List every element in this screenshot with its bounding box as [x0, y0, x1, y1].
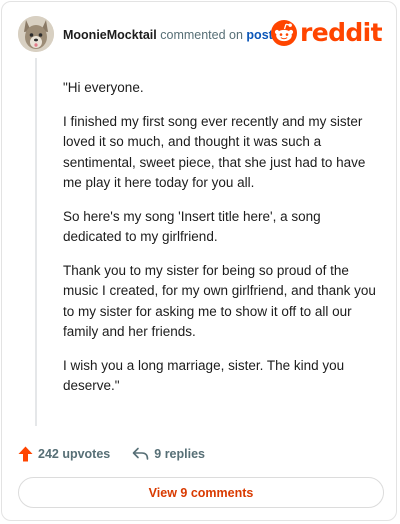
- replies-count: 9 replies: [154, 447, 205, 461]
- reddit-wordmark: reddit: [300, 18, 383, 47]
- wolf-avatar-icon[interactable]: [18, 16, 54, 52]
- comment-paragraph: Thank you to my sister for being so prou…: [63, 262, 376, 340]
- comment-body: "Hi everyone. I finished my first song e…: [63, 78, 381, 410]
- commented-on-text: commented on: [160, 28, 243, 42]
- comment-header: MoonieMocktail commented on post reddit: [18, 16, 383, 52]
- view-comments-button[interactable]: View 9 comments: [18, 477, 384, 508]
- username-link[interactable]: MoonieMocktail: [63, 28, 157, 42]
- comment-card: MoonieMocktail commented on post reddit: [1, 1, 397, 521]
- comment-paragraph: "Hi everyone.: [63, 80, 144, 95]
- reply-arrow-icon: [132, 447, 149, 460]
- replies-button[interactable]: 9 replies: [132, 447, 205, 461]
- thread-line: [35, 58, 37, 426]
- comment-paragraph: I wish you a long marriage, sister. The …: [63, 357, 345, 394]
- reddit-snoo-icon: [271, 20, 297, 46]
- reddit-logo[interactable]: reddit: [271, 18, 383, 47]
- upvote-button[interactable]: 242 upvotes: [18, 446, 110, 462]
- upvote-arrow-icon: [18, 446, 33, 462]
- comment-actions: 242 upvotes 9 replies: [18, 444, 205, 464]
- comment-byline: MoonieMocktail commented on post: [63, 28, 273, 42]
- upvote-count: 242 upvotes: [38, 447, 111, 461]
- post-link[interactable]: post: [246, 28, 272, 42]
- comment-paragraph: I finished my first song ever recently a…: [63, 113, 366, 191]
- comment-paragraph: So here's my song 'Insert title here', a…: [63, 208, 321, 245]
